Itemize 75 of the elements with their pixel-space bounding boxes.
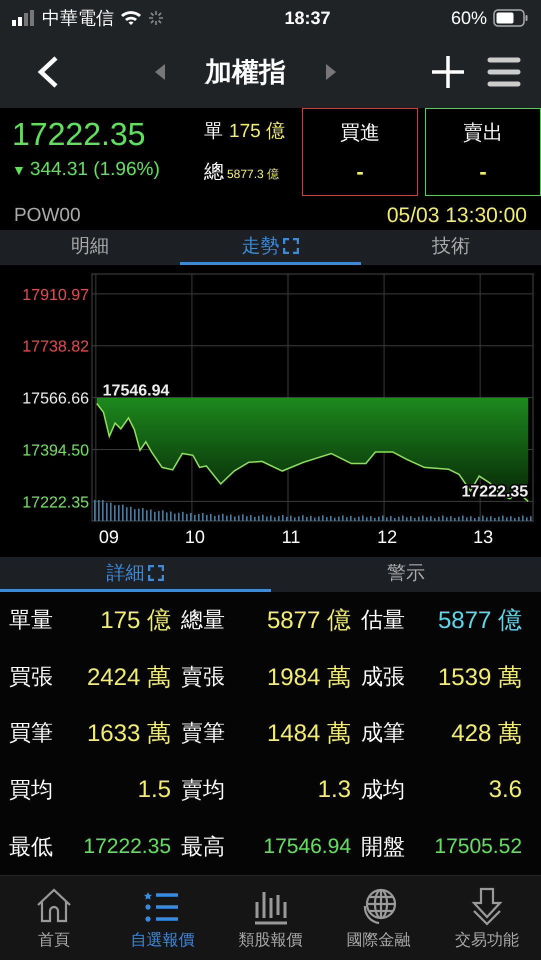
signal-icon (12, 10, 36, 26)
stat-label: 賣筆 (181, 719, 225, 748)
page-title: 加權指 (205, 56, 286, 89)
total-volume-value: 5877.3 億 (227, 166, 280, 183)
stat-value: 1633 萬 (86, 719, 171, 750)
x-tick-label: 10 (184, 527, 205, 547)
stock-code: POW00 (14, 204, 81, 226)
clock-time: 18:37 (284, 8, 331, 28)
nav-tab[interactable]: 首頁 (0, 876, 108, 960)
y-tick-label: 17910.97 (22, 286, 89, 304)
stat-label: 成均 (361, 776, 405, 804)
stat-label: 總量 (181, 606, 225, 634)
y-tick-label: 17566.66 (22, 390, 89, 408)
stat-value: 1984 萬 (266, 662, 351, 693)
stat-label: 開盤 (361, 832, 405, 861)
stat-value: 3.6 (488, 776, 522, 804)
battery-icon (493, 9, 530, 27)
total-volume-label: 總 (204, 160, 224, 185)
single-volume-value: 175 億 (229, 120, 285, 144)
expand-icon (148, 565, 164, 581)
expand-icon (283, 238, 300, 254)
carrier-name: 中華電信 (42, 7, 114, 30)
sell-button[interactable]: 賣出 - (425, 108, 541, 196)
stat-label: 成張 (361, 662, 405, 691)
menu-icon[interactable] (487, 56, 521, 88)
stat-value: 1484 萬 (266, 719, 351, 750)
stat-label: 估量 (361, 606, 405, 634)
x-tick-label: 11 (282, 527, 300, 547)
stat-value: 175 億 (100, 606, 171, 636)
chart-tab[interactable]: 技術 (360, 230, 541, 265)
down-arrow-icon: ▼ (12, 162, 26, 178)
nav-tab[interactable]: 國際金融 (324, 876, 433, 960)
y-tick-label: 17394.50 (22, 442, 89, 460)
back-icon[interactable] (36, 55, 60, 89)
stat-label: 買筆 (9, 719, 53, 748)
stat-label: 最高 (181, 832, 225, 861)
stat-label: 買張 (9, 662, 53, 691)
x-tick-label: 09 (98, 527, 119, 547)
stat-label: 單量 (9, 606, 53, 634)
index-price: 17222.35 (12, 116, 146, 153)
buy-button[interactable]: 買進 - (302, 108, 418, 196)
add-icon[interactable] (431, 55, 465, 89)
single-volume-label: 單 (204, 120, 223, 144)
stat-value: 428 萬 (451, 719, 522, 750)
previous-icon[interactable] (155, 64, 165, 80)
stat-label: 成筆 (361, 719, 405, 748)
detail-tab[interactable]: 警示 (270, 557, 541, 592)
y-tick-label: 17738.82 (22, 338, 89, 356)
chart-tab[interactable]: 明細 (0, 230, 180, 265)
price-change: 344.31 (1.96%) (30, 159, 160, 181)
stat-value: 17505.52 (434, 834, 522, 859)
stat-label: 最低 (9, 832, 53, 861)
stat-value: 1.3 (318, 776, 351, 804)
loading-icon (148, 10, 164, 26)
stat-label: 賣張 (181, 662, 225, 691)
wifi-icon (120, 10, 142, 26)
stat-label: 賣均 (181, 776, 225, 804)
stat-value: 5877 億 (266, 606, 351, 636)
battery-percent: 60% (450, 8, 488, 28)
x-tick-label: 12 (377, 527, 398, 547)
next-icon[interactable] (326, 64, 336, 80)
y-tick-label: 17222.35 (22, 494, 89, 512)
stat-value: 1539 萬 (438, 662, 522, 693)
x-tick-label: 13 (473, 527, 494, 547)
stat-value: 1.5 (138, 776, 171, 804)
nav-tab[interactable]: 類股報價 (216, 876, 325, 960)
price-label: 17546.94 (102, 382, 170, 400)
nav-tab[interactable]: 交易功能 (432, 876, 541, 960)
stat-value: 2424 萬 (86, 662, 171, 693)
stat-value: 5877 億 (438, 606, 522, 636)
stat-label: 買均 (9, 776, 53, 804)
nav-tab[interactable]: 自選報價 (108, 876, 216, 960)
stat-value: 17546.94 (263, 834, 351, 859)
stat-value: 17222.35 (83, 834, 171, 859)
quote-time: 05/03 13:30:00 (386, 204, 527, 228)
